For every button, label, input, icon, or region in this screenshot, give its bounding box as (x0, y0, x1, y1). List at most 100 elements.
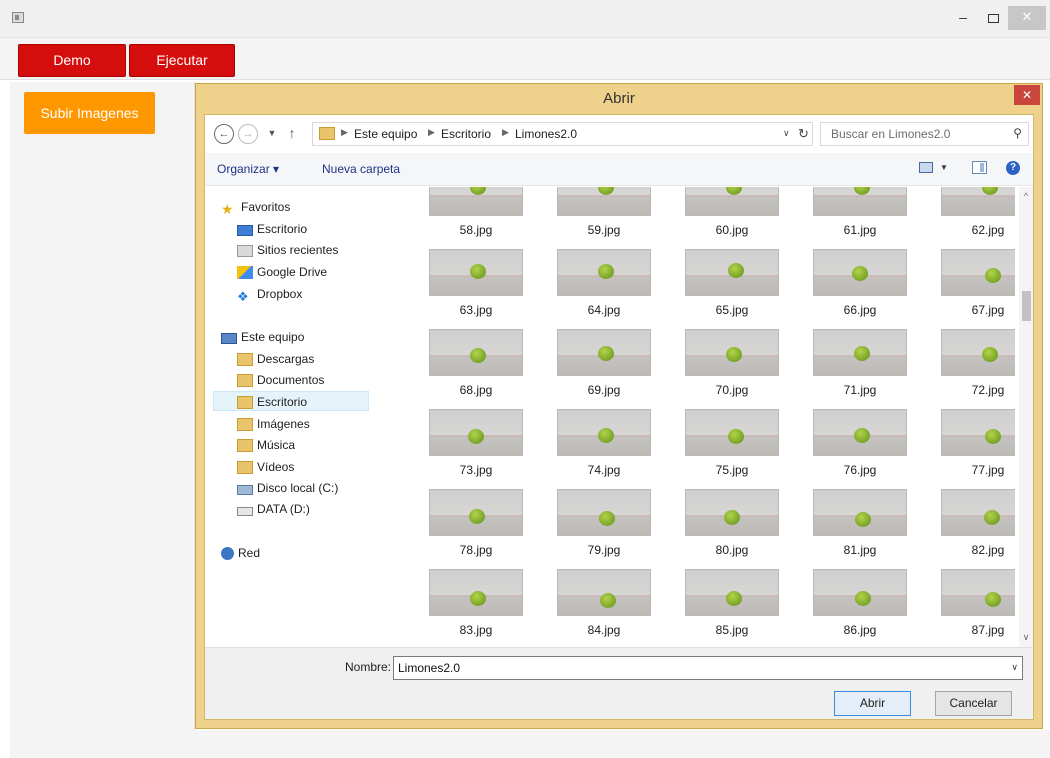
file-item[interactable]: 70.jpg (677, 329, 779, 407)
preview-pane-icon[interactable] (972, 161, 987, 174)
file-item[interactable]: 75.jpg (677, 409, 779, 487)
image-thumbnail (557, 569, 651, 616)
nav-sitios-label: Sitios recientes (257, 243, 339, 257)
nombre-field[interactable]: Limones2.0 ∨ (393, 656, 1023, 680)
file-item[interactable]: 69.jpg (549, 329, 651, 407)
scroll-down-icon[interactable]: ∨ (1019, 632, 1033, 643)
file-item[interactable]: 87.jpg (933, 569, 1015, 647)
nav-escritorio-fav[interactable]: Escritorio (237, 219, 307, 239)
nav-google-drive[interactable]: Google Drive (237, 262, 327, 282)
demo-button[interactable]: Demo (18, 44, 126, 77)
nav-descargas-label: Descargas (257, 352, 315, 366)
dialog-bottom-panel: Nombre: Limones2.0 ∨ Abrir Cancelar (205, 647, 1033, 719)
vertical-scrollbar[interactable]: ^ ∨ (1019, 187, 1033, 647)
nombre-value: Limones2.0 (398, 661, 461, 675)
app-titlebar: – ✕ (0, 0, 1050, 38)
nav-disco-label: Disco local (C:) (257, 481, 339, 495)
refresh-icon[interactable]: ↻ (798, 126, 809, 142)
nav-red[interactable]: Red (221, 543, 260, 563)
nav-sitios-recientes[interactable]: Sitios recientes (237, 240, 338, 260)
file-item[interactable]: 68.jpg (421, 329, 523, 407)
file-item[interactable]: 65.jpg (677, 249, 779, 327)
breadcrumb-limones[interactable]: Limones2.0 (515, 127, 577, 141)
nav-escritorio[interactable]: Escritorio (213, 391, 369, 411)
file-item[interactable]: 81.jpg (805, 489, 907, 567)
nav-data-label: DATA (D:) (257, 502, 310, 516)
file-item[interactable]: 79.jpg (549, 489, 651, 567)
lemon-image (598, 346, 614, 361)
file-item[interactable]: 85.jpg (677, 569, 779, 647)
file-item[interactable]: 74.jpg (549, 409, 651, 487)
search-input[interactable]: Buscar en Limones2.0 ⚲ (820, 122, 1029, 146)
file-item[interactable]: 60.jpg (677, 187, 779, 247)
app-toolbar: Demo Ejecutar (0, 38, 1050, 80)
file-item[interactable]: 71.jpg (805, 329, 907, 407)
forward-arrow-icon[interactable]: → (238, 124, 258, 144)
file-item[interactable]: 84.jpg (549, 569, 651, 647)
nav-documentos[interactable]: Documentos (237, 370, 324, 390)
nav-disco-local[interactable]: Disco local (C:) (237, 478, 338, 498)
nav-dropbox[interactable]: ❖ Dropbox (237, 284, 302, 304)
up-arrow-icon[interactable]: ↑ (281, 123, 303, 145)
abrir-button[interactable]: Abrir (834, 691, 911, 716)
local-disk-icon (237, 485, 253, 495)
recent-locations-chevron-icon[interactable]: ▼ (261, 123, 283, 145)
change-view-icon[interactable] (919, 162, 933, 173)
file-item[interactable]: 62.jpg (933, 187, 1015, 247)
close-window-button[interactable]: ✕ (1008, 6, 1046, 30)
maximize-button[interactable] (980, 6, 1006, 30)
file-item[interactable]: 83.jpg (421, 569, 523, 647)
back-arrow-icon[interactable]: ← (214, 124, 234, 144)
file-name: 64.jpg (587, 303, 621, 317)
dialog-close-button[interactable]: ✕ (1014, 85, 1040, 105)
scroll-thumb[interactable] (1022, 291, 1031, 321)
file-item[interactable]: 77.jpg (933, 409, 1015, 487)
cancelar-button[interactable]: Cancelar (935, 691, 1012, 716)
search-icon[interactable]: ⚲ (1013, 126, 1022, 140)
subir-imagenes-button[interactable]: Subir Imagenes (24, 92, 155, 134)
breadcrumb-escritorio[interactable]: Escritorio (441, 127, 491, 141)
lemon-image (726, 591, 742, 606)
minimize-button[interactable]: – (950, 6, 976, 30)
scroll-up-icon[interactable]: ^ (1019, 191, 1033, 201)
file-item[interactable]: 67.jpg (933, 249, 1015, 327)
nav-videos[interactable]: Vídeos (237, 457, 294, 477)
nav-imagenes[interactable]: Imágenes (237, 414, 310, 434)
file-item[interactable]: 82.jpg (933, 489, 1015, 567)
view-options-chevron-icon[interactable]: ▼ (940, 163, 948, 172)
file-item[interactable]: 61.jpg (805, 187, 907, 247)
recent-places-icon (237, 245, 253, 257)
breadcrumb-separator-icon: ▶ (341, 127, 348, 137)
image-thumbnail (813, 409, 907, 456)
breadcrumb-este-equipo[interactable]: Este equipo (354, 127, 417, 141)
file-item[interactable]: 58.jpg (421, 187, 523, 247)
lemon-image (469, 509, 485, 524)
file-item[interactable]: 59.jpg (549, 187, 651, 247)
nav-favoritos[interactable]: ★ Favoritos (221, 197, 290, 217)
dialog-title: Abrir (603, 90, 635, 107)
file-item[interactable]: 72.jpg (933, 329, 1015, 407)
address-dropdown-chevron-icon[interactable]: ∨ (783, 128, 790, 139)
file-item[interactable]: 76.jpg (805, 409, 907, 487)
nav-este-equipo[interactable]: Este equipo (221, 327, 304, 347)
file-item[interactable]: 63.jpg (421, 249, 523, 327)
nueva-carpeta-button[interactable]: Nueva carpeta (322, 162, 400, 176)
organizar-menu[interactable]: Organizar ▾ (217, 162, 279, 176)
nav-videos-label: Vídeos (257, 460, 295, 474)
file-item[interactable]: 80.jpg (677, 489, 779, 567)
ejecutar-button[interactable]: Ejecutar (129, 44, 235, 77)
lemon-image (726, 347, 742, 362)
nav-musica[interactable]: Música (237, 435, 295, 455)
nombre-dropdown-chevron-icon[interactable]: ∨ (1011, 662, 1018, 673)
nav-data[interactable]: DATA (D:) (237, 499, 310, 519)
command-bar: Organizar ▾ Nueva carpeta ▼ ? (205, 153, 1033, 186)
address-bar[interactable]: ▶ Este equipo ▶ Escritorio ▶ Limones2.0 … (312, 122, 813, 146)
file-item[interactable]: 66.jpg (805, 249, 907, 327)
file-item[interactable]: 86.jpg (805, 569, 907, 647)
lemon-image (598, 187, 614, 195)
file-item[interactable]: 73.jpg (421, 409, 523, 487)
file-item[interactable]: 64.jpg (549, 249, 651, 327)
help-icon[interactable]: ? (1006, 161, 1020, 175)
nav-descargas[interactable]: Descargas (237, 349, 314, 369)
file-item[interactable]: 78.jpg (421, 489, 523, 567)
